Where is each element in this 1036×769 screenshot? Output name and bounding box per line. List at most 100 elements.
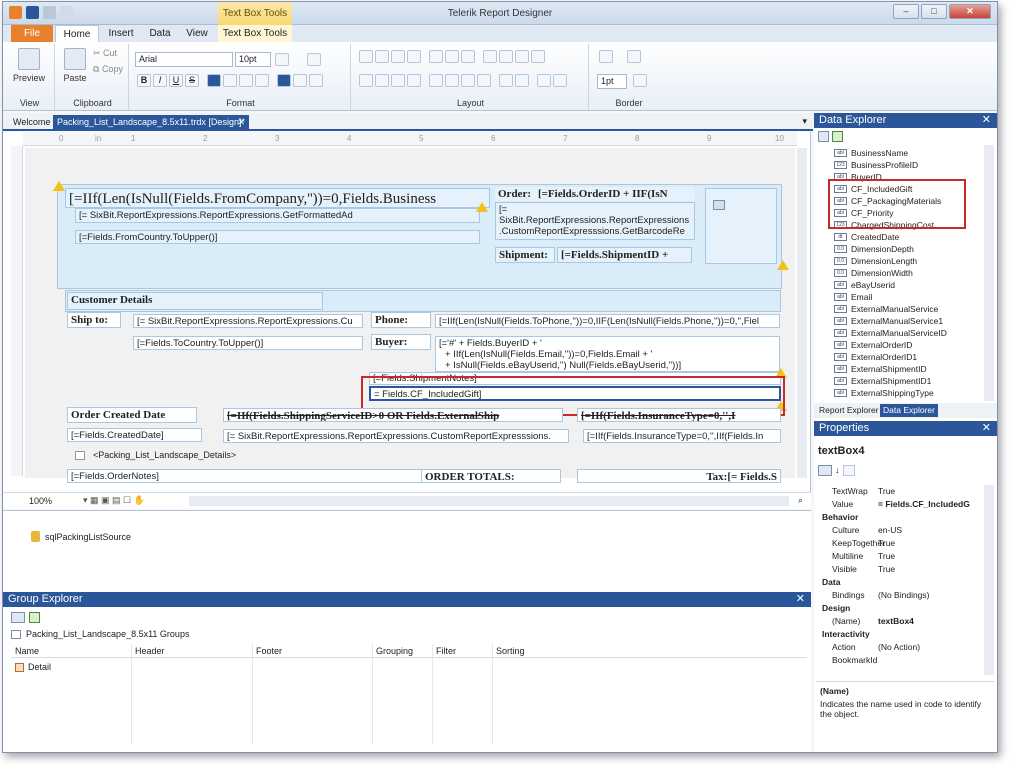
property-pages-icon[interactable] [842, 465, 855, 476]
layout-align-left-icon[interactable] [359, 50, 373, 63]
copy-button[interactable]: ⧉ Copy [93, 64, 123, 75]
column-header[interactable]: Filter [436, 644, 456, 658]
categorized-icon[interactable] [818, 465, 832, 476]
shipment-label[interactable]: Shipment: [495, 247, 555, 263]
v-spacing-remove-icon[interactable] [477, 74, 491, 87]
barcode-textbox[interactable]: [= SixBit.ReportExpressions.ReportExpres… [495, 202, 695, 240]
font-size-combo[interactable]: 10pt [235, 52, 271, 67]
tree-field-item[interactable]: abl ExternalShippingType [834, 387, 934, 399]
tab-welcome[interactable]: Welcome [9, 115, 54, 131]
tree-field-item[interactable]: abl BusinessName [834, 147, 908, 159]
datasource-item[interactable]: sqlPackingListSource [31, 531, 131, 542]
refresh-icon[interactable] [29, 612, 40, 623]
tree-scrollbar[interactable] [984, 145, 994, 401]
property-category[interactable]: Interactivity [818, 628, 988, 641]
column-header[interactable]: Name [15, 644, 40, 658]
font-color-icon[interactable] [307, 53, 321, 66]
country-textbox[interactable]: [=Fields.FromCountry.ToUpper()] [75, 230, 480, 244]
address-textbox[interactable]: [= SixBit.ReportExpressions.ReportExpres… [75, 208, 480, 223]
buyer-textbox[interactable]: [='#' + Fields.BuyerID + ' + IIf(Len(IsN… [435, 336, 780, 372]
property-row[interactable]: Culture en-US [818, 524, 988, 537]
column-header[interactable]: Footer [256, 644, 283, 658]
tree-field-item[interactable]: 123ExternalShippingType1 [834, 399, 938, 401]
maximize-button[interactable]: □ [921, 4, 947, 19]
customer-details-heading[interactable]: Customer Details [67, 292, 323, 310]
bring-to-front-icon[interactable] [537, 74, 551, 87]
property-row[interactable]: KeepTogether True [818, 537, 988, 550]
border-line-icon[interactable] [627, 50, 641, 63]
send-to-back-icon[interactable] [553, 74, 567, 87]
tree-field-item[interactable]: 0.0 DimensionDepth [834, 243, 914, 255]
border-width-combo[interactable]: 1pt [597, 74, 627, 89]
zoom-icon[interactable]: ⌕ [798, 495, 803, 506]
tab-report-explorer[interactable]: Report Explorer [816, 404, 882, 417]
close-pane-icon[interactable]: ✕ [982, 421, 991, 436]
valign-middle-icon[interactable] [293, 74, 307, 87]
property-category[interactable]: Behavior [818, 511, 988, 524]
v-spacing-increase-icon[interactable] [445, 74, 459, 87]
property-category[interactable]: Data [818, 576, 988, 589]
tree-field-item[interactable]: abl Email [834, 291, 872, 303]
h-spacing-increase-icon[interactable] [375, 74, 389, 87]
preview-button[interactable]: Preview [11, 44, 47, 83]
tabs-dropdown-icon[interactable]: ▾ [802, 116, 807, 127]
tree-field-item[interactable]: abl ExternalManualService1 [834, 315, 943, 327]
tax-textbox[interactable]: Tax:[= Fields.S [577, 469, 781, 483]
tree-field-item[interactable]: dt CreatedDate [834, 231, 899, 243]
design-horizontal-scrollbar[interactable] [189, 496, 789, 506]
shipment-id-textbox[interactable]: [=Fields.ShipmentID + [557, 247, 692, 263]
column-header[interactable]: Grouping [376, 644, 414, 658]
tree-field-item[interactable]: 0.0 DimensionLength [834, 255, 917, 267]
text-color-icon[interactable] [275, 53, 289, 66]
h-spacing-decrease-icon[interactable] [391, 74, 405, 87]
order-totals-label[interactable]: ORDER TOTALS: [421, 469, 561, 483]
tab-file[interactable]: File [11, 25, 53, 42]
column-header[interactable]: Header [135, 644, 165, 658]
tree-field-item[interactable]: abl ExternalOrderID1 [834, 351, 917, 363]
insurance-type-textbox[interactable]: [=IIf(Fields.InsuranceType=0,'',I [577, 408, 781, 422]
align-right-icon[interactable] [239, 74, 253, 87]
valign-bottom-icon[interactable] [309, 74, 323, 87]
center-horizontally-icon[interactable] [499, 74, 513, 87]
property-category[interactable]: Design [818, 602, 988, 615]
logo-picturebox[interactable] [705, 188, 777, 264]
underline-button[interactable]: U [169, 74, 183, 87]
layout-align-center-icon[interactable] [375, 50, 389, 63]
close-button[interactable]: ✕ [949, 4, 991, 19]
tree-field-item[interactable]: 0.0 DimensionWidth [834, 267, 913, 279]
layout-align-right-icon[interactable] [391, 50, 405, 63]
border-style-icon[interactable] [599, 50, 613, 63]
layout-snap-icon[interactable] [531, 50, 545, 63]
phone-textbox[interactable]: [=IIf(Len(IsNull(Fields.ToPhone,''))=0,I… [435, 314, 780, 328]
order-notes-textbox[interactable]: [=Fields.OrderNotes] [67, 469, 433, 483]
property-row[interactable]: Visible True [818, 563, 988, 576]
order-id-textbox[interactable]: [=Fields.OrderID + IIF(IsN [535, 187, 695, 201]
v-spacing-equal-icon[interactable] [429, 74, 443, 87]
column-header[interactable]: Sorting [496, 644, 525, 658]
cut-button[interactable]: ✂ Cut [93, 48, 117, 59]
ship-to-textbox[interactable]: [= SixBit.ReportExpressions.ReportExpres… [133, 314, 363, 328]
phone-label[interactable]: Phone: [371, 312, 431, 328]
custom-expression-textbox[interactable]: [= SixBit.ReportExpressions.ReportExpres… [223, 429, 569, 443]
h-spacing-remove-icon[interactable] [407, 74, 421, 87]
property-row[interactable]: Multiline True [818, 550, 988, 563]
ship-to-label[interactable]: Ship to: [67, 312, 121, 328]
tree-field-item[interactable]: abl ExternalManualServiceID [834, 327, 947, 339]
sort-alpha-icon[interactable]: ↓ [835, 465, 840, 476]
tab-data[interactable]: Data [143, 25, 177, 42]
tree-field-item[interactable]: abl ExternalShipmentID [834, 363, 927, 375]
zoom-level[interactable]: 100% [29, 496, 52, 506]
tree-field-item[interactable]: abl ExternalManualService [834, 303, 938, 315]
view-mode-icons[interactable]: ▾ ▦ ▣ ▤ ☐ ✋ [83, 495, 145, 506]
font-family-combo[interactable]: Arial [135, 52, 233, 67]
created-date-textbox[interactable]: [=Fields.CreatedDate] [67, 428, 202, 442]
shipping-service-textbox[interactable]: [=IIf(Fields.ShippingServiceID>0 OR Fiel… [223, 408, 563, 422]
layout-align-grid-icon[interactable] [407, 50, 421, 63]
close-pane-icon[interactable]: ✕ [982, 113, 991, 128]
report-canvas[interactable]: [=IIf(Len(IsNull(Fields.FromCompany,''))… [25, 148, 795, 483]
justify-icon[interactable] [255, 74, 269, 87]
tree-field-item[interactable]: abl ExternalShipmentID1 [834, 375, 931, 387]
to-country-textbox[interactable]: [=Fields.ToCountry.ToUpper()] [133, 336, 363, 350]
groups-root[interactable]: Packing_List_Landscape_8.5x11 Groups [11, 629, 189, 639]
layout-align-bottom-icon[interactable] [461, 50, 475, 63]
